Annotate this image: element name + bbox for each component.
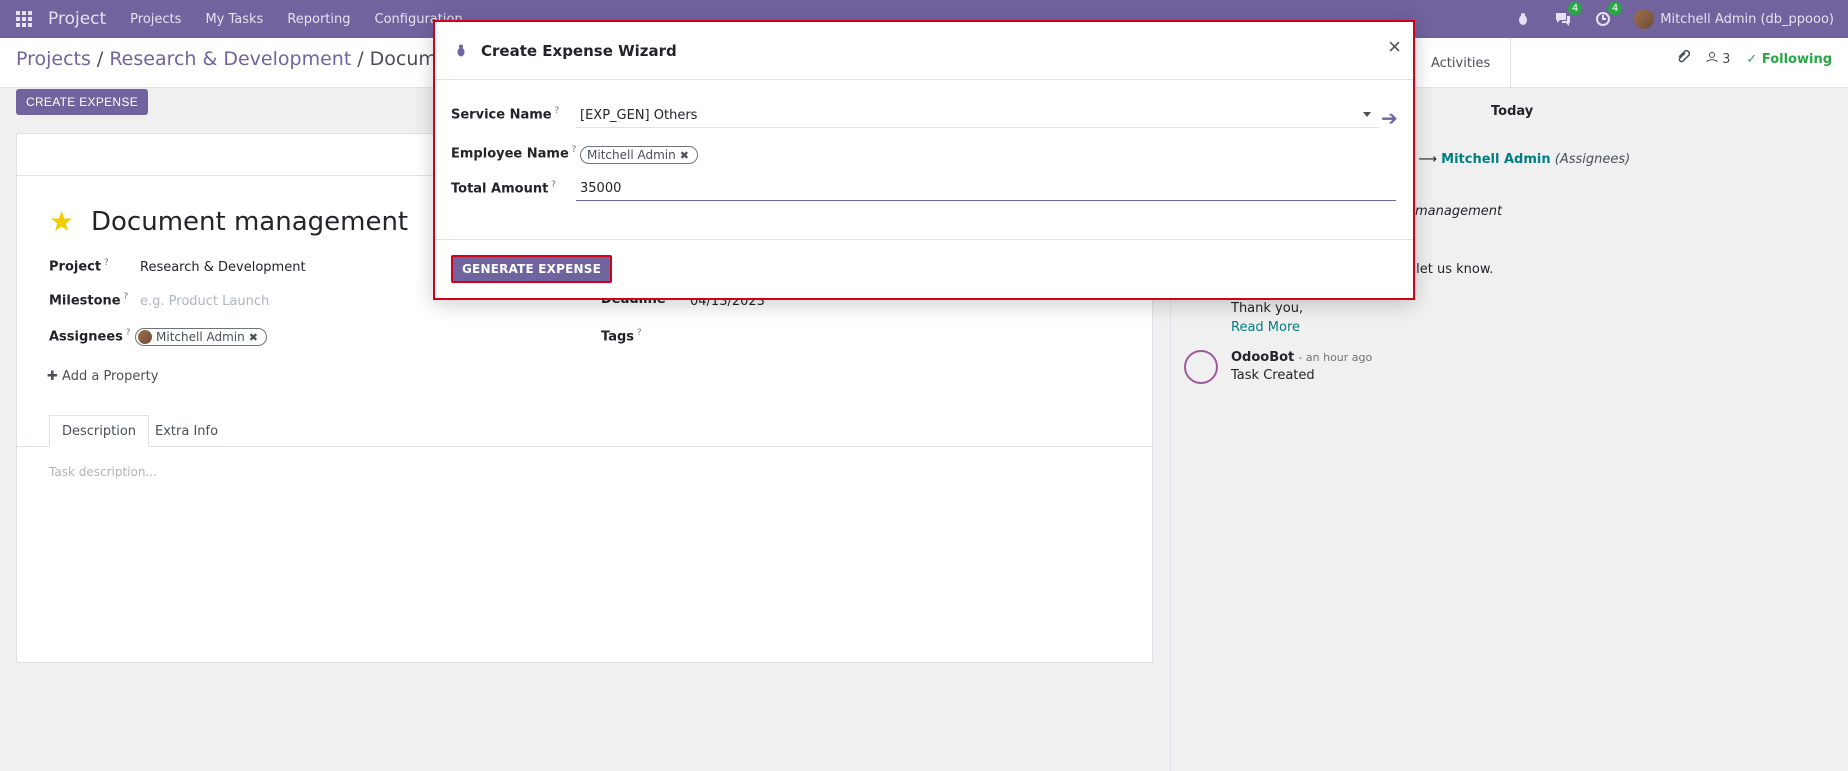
arrow-right-icon[interactable]: ➔: [1381, 108, 1398, 128]
chevron-down-icon[interactable]: [1363, 112, 1371, 117]
dialog-title: Create Expense Wizard: [481, 41, 677, 60]
generate-expense-button[interactable]: GENERATE EXPENSE: [451, 255, 612, 283]
service-name-field[interactable]: [EXP_GEN] Others: [576, 104, 1379, 128]
close-icon[interactable]: ×: [1388, 36, 1401, 58]
total-amount-field[interactable]: 35000: [576, 177, 1396, 201]
employee-name-label: Employee Name ?: [451, 145, 577, 162]
create-expense-dialog: Create Expense Wizard × Service Name ? […: [433, 20, 1415, 300]
dialog-header: Create Expense Wizard ×: [435, 22, 1413, 80]
bug-icon: [455, 44, 469, 58]
total-amount-label: Total Amount ?: [451, 180, 556, 197]
service-name-label: Service Name ?: [451, 106, 560, 123]
remove-tag-icon[interactable]: ✖: [680, 149, 689, 162]
employee-tag: Mitchell Admin ✖: [580, 146, 698, 164]
dialog-footer-divider: [435, 239, 1413, 240]
employee-name-field[interactable]: Mitchell Admin ✖: [576, 143, 1396, 167]
